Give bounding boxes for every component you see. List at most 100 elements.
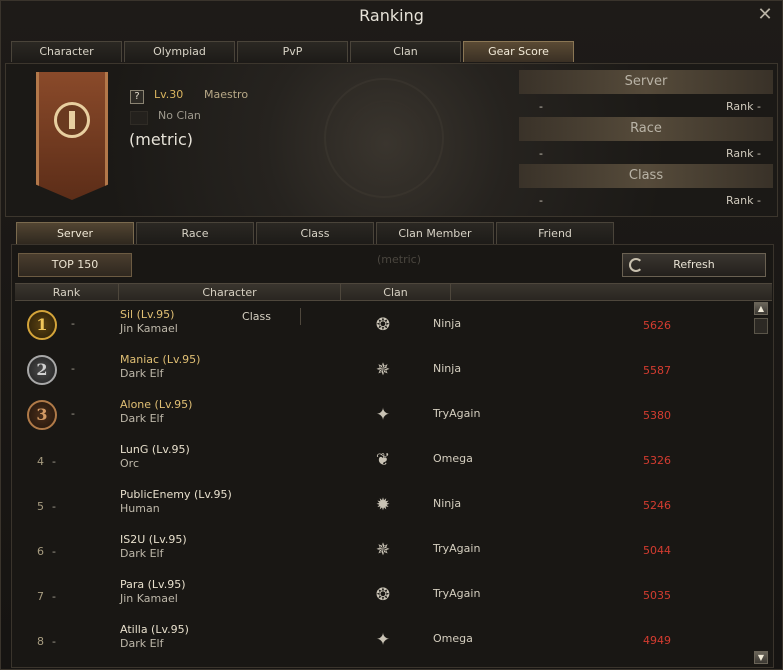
stat-server-title: Server (519, 70, 773, 94)
character-race: Dark Elf (120, 637, 164, 650)
rank-change: - (71, 407, 75, 420)
rank-change: - (52, 500, 56, 513)
help-icon[interactable]: ? (130, 90, 144, 104)
refresh-label: Refresh (673, 258, 715, 271)
character-race: Jin Kamael (120, 592, 178, 605)
ranking-list: 1 - Sil (Lv.95) Jin Kamael ❂ Ninja 5 6 2 6 … (15, 302, 753, 667)
rank-change: - (52, 635, 56, 648)
stat-race-title: Race (519, 117, 773, 141)
tab-pvp[interactable]: PvP (237, 41, 348, 62)
rank-number: 4 (37, 455, 44, 468)
table-row[interactable]: 3 - Alone (Lv.95) Dark Elf ✦ TryAgain 53… (15, 392, 753, 437)
table-row[interactable]: 5 - PublicEnemy (Lv.95) Human ✹ Ninja 52… (15, 482, 753, 527)
ghost-player-name: (metric) (377, 253, 422, 266)
character-race: Dark Elf (120, 412, 164, 425)
stat-server-rank: Rank - (726, 96, 761, 118)
gear-score: 5035 (643, 589, 671, 602)
stat-class-rank: Rank - (726, 190, 761, 212)
tab-clan[interactable]: Clan (350, 41, 461, 62)
character-clan: Omega (433, 632, 473, 645)
profile-panel: ? Lv.30 Maestro No Clan (metric) Server … (5, 63, 778, 217)
table-header: Rank Character Class Clan (15, 283, 772, 325)
header-character[interactable]: Character (119, 284, 341, 301)
table-row[interactable]: 8 - Atilla (Lv.95) Dark Elf ✦ Omega 4949 (15, 617, 753, 662)
character-name: Para (Lv.95) (120, 578, 186, 591)
star-crest-icon: ✦ (375, 405, 391, 425)
character-name: Alone (Lv.95) (120, 398, 193, 411)
tab-gear-score[interactable]: Gear Score (463, 41, 574, 62)
stat-race-row: - Rank - (519, 143, 773, 165)
tab-olympiad[interactable]: Olympiad (124, 41, 235, 62)
sub-tab-bar: Server Race Class Clan Member Friend (16, 222, 614, 244)
gear-score: 5044 (643, 544, 671, 557)
beast-crest-icon: ❦ (375, 450, 391, 470)
sun-crest-icon: ✹ (375, 495, 391, 515)
gear-score: 4949 (643, 634, 671, 647)
character-race: Orc (120, 457, 139, 470)
tab-server[interactable]: Server (16, 222, 134, 244)
table-row[interactable]: 6 - IS2U (Lv.95) Dark Elf ✵ TryAgain 504… (15, 527, 753, 572)
table-row[interactable]: 1 - Sil (Lv.95) Jin Kamael ❂ Ninja 5626 (15, 302, 753, 347)
tab-clan-member[interactable]: Clan Member (376, 222, 494, 244)
character-clan: TryAgain (433, 542, 481, 555)
stat-class-value: - (539, 194, 543, 207)
star-crest-icon: ✦ (375, 630, 391, 650)
rank-change: - (52, 455, 56, 468)
ranking-window: Ranking ✕ Character Olympiad PvP Clan Ge… (0, 0, 783, 670)
wing-crest-icon: ✵ (375, 540, 391, 560)
character-name: PublicEnemy (Lv.95) (120, 488, 232, 501)
rank-number: 8 (37, 635, 44, 648)
character-clan: Ninja (433, 497, 462, 510)
wing-crest-icon: ✵ (375, 360, 391, 380)
gold-medal-icon: 1 (27, 310, 57, 340)
character-name: Maniac (Lv.95) (120, 353, 201, 366)
rank-label: Rank (726, 147, 754, 160)
rank-value: - (757, 100, 761, 113)
scroll-thumb[interactable] (754, 318, 768, 334)
character-clan: Ninja (433, 362, 462, 375)
table-row[interactable]: 2 - Maniac (Lv.95) Dark Elf ✵ Ninja 5587 (15, 347, 753, 392)
tab-race[interactable]: Race (136, 222, 254, 244)
close-icon[interactable]: ✕ (756, 6, 774, 24)
character-race: Dark Elf (120, 547, 164, 560)
seal-icon: ❂ (375, 585, 391, 605)
scroll-up-icon[interactable]: ▲ (754, 302, 768, 315)
gear-score: 5380 (643, 409, 671, 422)
gear-score: 5587 (643, 364, 671, 377)
table-row[interactable]: 4 - LunG (Lv.95) Orc ❦ Omega 5326 (15, 437, 753, 482)
character-clan: Omega (433, 452, 473, 465)
character-race: Human (120, 502, 160, 515)
tab-class[interactable]: Class (256, 222, 374, 244)
stat-server-value: - (539, 100, 543, 113)
ranking-scrollbar[interactable]: ▲ ▼ (753, 302, 769, 664)
clan-banner (36, 72, 108, 200)
refresh-icon (629, 258, 643, 272)
scroll-down-icon[interactable]: ▼ (754, 651, 768, 664)
header-score (451, 284, 772, 301)
header-rank[interactable]: Rank (15, 284, 119, 301)
character-race: Dark Elf (120, 367, 164, 380)
seal-icon: ❂ (375, 315, 391, 335)
character-race: Jin Kamael (120, 322, 178, 335)
header-clan[interactable]: Clan (341, 284, 451, 301)
player-level: Lv.30 (154, 88, 184, 101)
player-name: (metric) (129, 130, 194, 149)
top-150-button[interactable]: TOP 150 (18, 253, 132, 277)
rank-change: - (52, 545, 56, 558)
character-clan: TryAgain (433, 587, 481, 600)
table-row[interactable]: 7 - Para (Lv.95) Jin Kamael ❂ TryAgain 5… (15, 572, 753, 617)
player-clan: No Clan (158, 109, 201, 122)
rank-label: Rank (726, 194, 754, 207)
rank-label: Rank (726, 100, 754, 113)
background-emblem-icon (324, 78, 444, 198)
character-name: IS2U (Lv.95) (120, 533, 187, 546)
rank-change: - (71, 362, 75, 375)
refresh-button[interactable]: Refresh (622, 253, 766, 277)
rank-change: - (71, 317, 75, 330)
ranking-panel: TOP 150 (metric) Refresh Rank Character … (11, 244, 774, 668)
character-name: LunG (Lv.95) (120, 443, 190, 456)
tab-character[interactable]: Character (11, 41, 122, 62)
rank-number: 5 (37, 500, 44, 513)
rank-number: 7 (37, 590, 44, 603)
tab-friend[interactable]: Friend (496, 222, 614, 244)
